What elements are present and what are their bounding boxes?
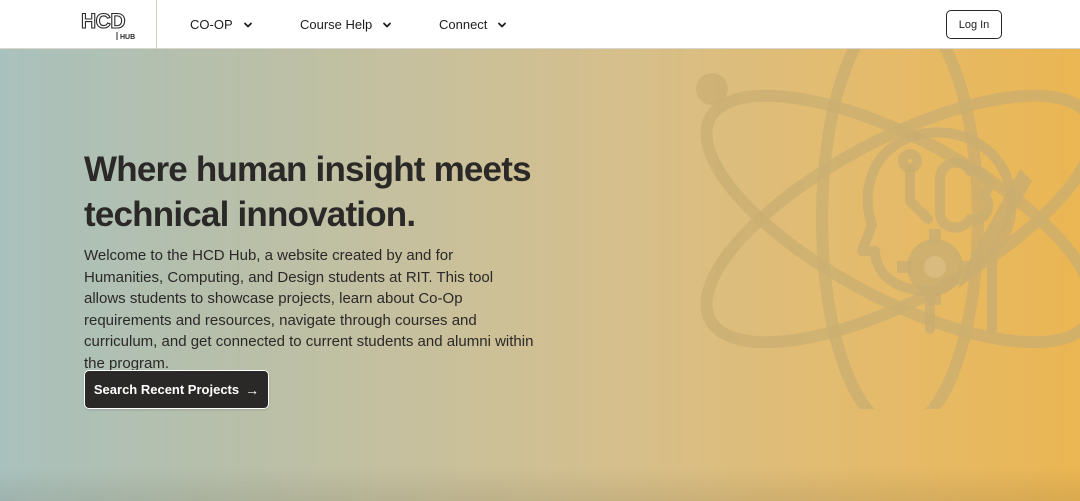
nav-item-connect[interactable]: Connect: [439, 0, 507, 49]
nav-item-label: Connect: [439, 17, 488, 32]
top-navbar: HCD HUB CO-OP Course Help Connect Log In: [0, 0, 1080, 49]
hero-section: Where human insight meets technical inno…: [0, 49, 1080, 501]
nav-item-label: CO-OP: [190, 17, 233, 32]
login-button[interactable]: Log In: [946, 10, 1002, 39]
cta-label: Search Recent Projects: [93, 382, 240, 397]
nav-item-coop[interactable]: CO-OP: [190, 0, 253, 49]
hero-headline: Where human insight meets technical inno…: [84, 147, 604, 237]
logo-subtext: HUB: [120, 34, 135, 41]
nav-item-label: Course Help: [300, 17, 373, 32]
chevron-down-icon: [498, 22, 507, 27]
hero-intro-text: Welcome to the HCD Hub, a website create…: [84, 247, 534, 372]
chevron-down-icon: [383, 22, 392, 27]
search-recent-projects-button[interactable]: Search Recent Projects →: [84, 370, 269, 409]
chevron-down-icon: [243, 22, 252, 27]
logo-divider: [156, 0, 157, 49]
hero-headline-line-1: Where human insight meets: [84, 150, 532, 189]
arrow-right-icon: →: [245, 381, 260, 398]
hcd-hub-logo[interactable]: HCD HUB: [80, 9, 136, 41]
logo-text: HCD: [81, 10, 125, 33]
logo-mark: HCD HUB: [80, 9, 135, 41]
hero-headline-line-2: technical innovation.: [84, 195, 416, 234]
atom-head-gear-brush-icon: [640, 49, 1080, 409]
hero-bottom-shadow: [0, 467, 1080, 501]
nav-item-course-help[interactable]: Course Help: [300, 0, 392, 49]
